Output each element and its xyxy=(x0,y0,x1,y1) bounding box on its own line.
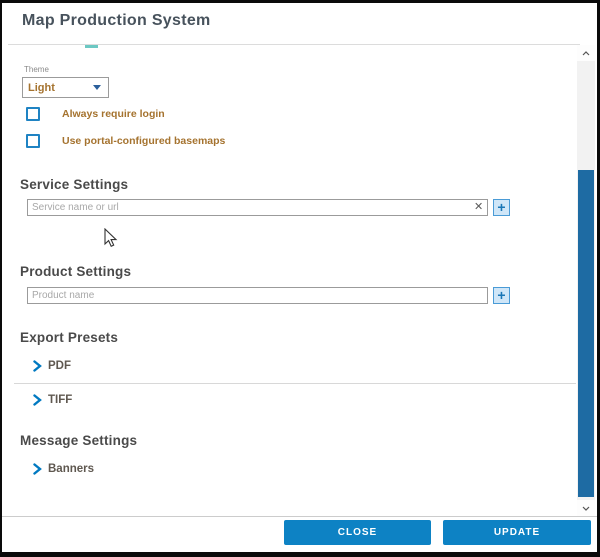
preset-divider xyxy=(14,383,576,384)
close-button[interactable]: CLOSE xyxy=(284,520,431,545)
scroll-up-icon xyxy=(582,51,590,56)
chevron-right-icon xyxy=(33,360,42,372)
dialog-title: Map Production System xyxy=(22,12,211,30)
update-button[interactable]: UPDATE xyxy=(443,520,591,545)
scroll-down-button[interactable] xyxy=(577,500,595,516)
clear-icon[interactable]: ✕ xyxy=(474,202,483,213)
portal-basemaps-label: Use portal-configured basemaps xyxy=(62,134,225,147)
pdf-preset-label: PDF xyxy=(48,360,71,372)
theme-select[interactable]: Light xyxy=(22,77,109,98)
service-name-input[interactable] xyxy=(27,199,488,216)
export-preset-pdf-row[interactable]: PDF xyxy=(33,360,71,372)
banners-label: Banners xyxy=(48,463,94,475)
product-settings-heading: Product Settings xyxy=(20,264,131,279)
dialog-footer: CLOSE UPDATE xyxy=(2,516,597,552)
add-icon: + xyxy=(497,199,505,215)
tiff-preset-label: TIFF xyxy=(48,394,72,406)
banners-row[interactable]: Banners xyxy=(33,463,94,475)
always-require-login-checkbox[interactable] xyxy=(26,107,40,121)
chevron-right-icon xyxy=(33,394,42,406)
always-require-login-row: Always require login xyxy=(26,107,165,121)
scroll-down-icon xyxy=(582,506,590,511)
export-preset-tiff-row[interactable]: TIFF xyxy=(33,394,72,406)
portal-basemaps-row: Use portal-configured basemaps xyxy=(26,134,225,148)
map-production-system-dialog: Map Production System Theme Light Always… xyxy=(2,3,597,552)
scroll-up-button[interactable] xyxy=(577,45,595,61)
mouse-cursor-icon xyxy=(104,228,118,248)
scrolled-content-remnant xyxy=(85,45,98,48)
add-icon: + xyxy=(497,287,505,303)
chevron-right-icon xyxy=(33,463,42,475)
vertical-scrollbar[interactable] xyxy=(577,45,595,516)
scrollbar-thumb[interactable] xyxy=(578,170,594,497)
service-settings-heading: Service Settings xyxy=(20,177,128,192)
portal-basemaps-checkbox[interactable] xyxy=(26,134,40,148)
app-window: Map Production System Theme Light Always… xyxy=(0,0,600,557)
product-name-input[interactable] xyxy=(27,287,488,304)
export-presets-heading: Export Presets xyxy=(20,330,118,345)
always-require-login-label: Always require login xyxy=(62,107,165,120)
add-service-button[interactable]: + xyxy=(493,199,510,216)
add-product-button[interactable]: + xyxy=(493,287,510,304)
message-settings-heading: Message Settings xyxy=(20,433,137,448)
theme-select-value: Light xyxy=(28,82,55,94)
theme-label: Theme xyxy=(24,65,49,74)
caret-down-icon xyxy=(93,85,101,90)
